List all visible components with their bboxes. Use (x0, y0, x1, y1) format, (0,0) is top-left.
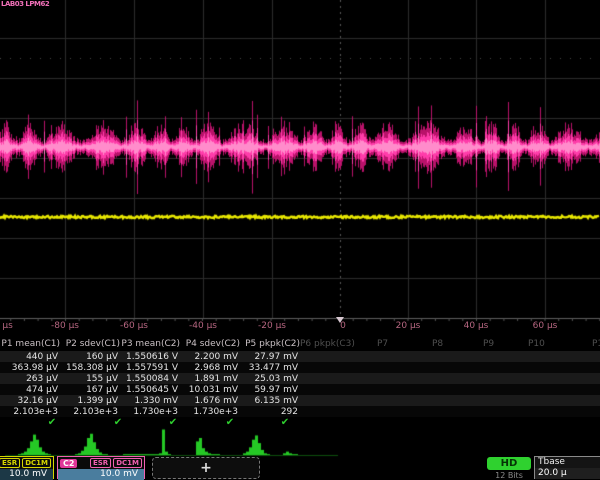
measure-value: 1.399 µV (60, 396, 118, 406)
channel-badge: C2 (60, 459, 77, 468)
measure-value: 1.557591 V (120, 363, 178, 373)
measure-value: 32.16 µV (0, 396, 58, 406)
add-trace-button[interactable]: + (152, 457, 260, 479)
measure-status-check: ✔ (169, 417, 177, 428)
measure-status-check: ✔ (114, 417, 122, 428)
measure-header[interactable]: P5 pkpk(C2) (232, 339, 300, 349)
measure-header[interactable]: P4 sdev(C2) (172, 339, 240, 349)
measure-header-inactive[interactable]: P7 (377, 339, 388, 349)
time-axis-label: 20 µs (396, 321, 421, 331)
measure-header-inactive[interactable]: P8 (432, 339, 443, 349)
timebase-value: 20.0 µ (535, 468, 600, 479)
coupling-tag: DC1M (113, 458, 142, 468)
time-axis-label: 40 µs (464, 321, 489, 331)
measure-value: 1.550616 V (120, 352, 178, 362)
timebase-descriptor[interactable]: Tbase 20.0 µ (534, 456, 600, 479)
measure-value: 2.103e+3 (0, 407, 58, 417)
measure-value: 158.308 µV (60, 363, 118, 373)
measure-header-inactive[interactable]: P9 (483, 339, 494, 349)
measure-value: 1.330 mV (120, 396, 178, 406)
measure-value: 1.730e+3 (120, 407, 178, 417)
measure-value: 440 µV (0, 352, 58, 362)
measure-header[interactable]: P1 mean(C1) (0, 339, 60, 349)
coupling-tag: ESR (0, 458, 20, 468)
measure-value: 474 µV (0, 385, 58, 395)
measure-value: 10.031 mV (180, 385, 238, 395)
measure-header-inactive[interactable]: P10 (528, 339, 545, 349)
measure-value: 1.550084 V (120, 374, 178, 384)
timebase-label: Tbase (535, 457, 600, 468)
measure-value: 167 µV (60, 385, 118, 395)
measure-header-inactive[interactable]: P6 pkpk(C3) (300, 339, 355, 349)
coupling-tag: DC1M (22, 458, 51, 468)
measure-header[interactable]: P2 sdev(C1) (52, 339, 120, 349)
measure-value: 155 µV (60, 374, 118, 384)
measure-value: 2.968 mV (180, 363, 238, 373)
time-axis-label: -80 µs (51, 321, 79, 331)
oscilloscope-screen: LAB03 LPM62 -100 µs -80 µs -60 µs -40 µs -20… (0, 0, 600, 480)
time-axis-label: -40 µs (189, 321, 217, 331)
measure-value: 59.97 mV (240, 385, 298, 395)
measure-value: 1.676 mV (180, 396, 238, 406)
channel-descriptor-c2[interactable]: C2 ESRDC1M10.0 mV (57, 456, 145, 479)
measure-header-inactive[interactable]: P11 (592, 339, 600, 349)
measure-header[interactable]: P3 mean(C2) (112, 339, 180, 349)
measure-value: 263 µV (0, 374, 58, 384)
time-axis-label: -100 µs (0, 321, 13, 331)
time-axis: -100 µs-80 µs-60 µs-40 µs-20 µs020 µs40 … (0, 319, 600, 335)
measure-value: 2.103e+3 (60, 407, 118, 417)
measure-table: P1 mean(C1) 440 µV363.98 µV263 µV474 µV32… (0, 338, 600, 430)
hd-bits-label: 12 Bits (487, 471, 531, 480)
channel-scale-value: 10.0 mV (0, 469, 53, 480)
measure-value: 25.03 mV (240, 374, 298, 384)
measure-value: 33.477 mV (240, 363, 298, 373)
measure-value: 2.200 mV (180, 352, 238, 362)
measure-value: 1.550645 V (120, 385, 178, 395)
coupling-tag: ESR (90, 458, 111, 468)
measure-status-check: ✔ (48, 417, 56, 428)
channel-scale-value: 10.0 mV (58, 469, 144, 480)
measure-status-check: ✔ (226, 417, 234, 428)
measure-value: 292 (240, 407, 298, 417)
measure-status-check: ✔ (281, 417, 289, 428)
time-axis-label: -20 µs (258, 321, 286, 331)
channel-descriptor-c1[interactable]: ESRDC1M10.0 mV (0, 456, 54, 479)
trigger-position-marker[interactable] (336, 317, 344, 323)
time-axis-label: 60 µs (533, 321, 558, 331)
measure-value: 6.135 mV (240, 396, 298, 406)
measure-value: 1.891 mV (180, 374, 238, 384)
measure-value: 363.98 µV (0, 363, 58, 373)
hd-mode-badge[interactable]: HD (487, 457, 531, 470)
time-axis-label: -60 µs (120, 321, 148, 331)
measure-value: 27.97 mV (240, 352, 298, 362)
measure-value: 1.730e+3 (180, 407, 238, 417)
measure-value: 160 µV (60, 352, 118, 362)
trace-annotation-label: LAB03 LPM62 (1, 0, 49, 9)
